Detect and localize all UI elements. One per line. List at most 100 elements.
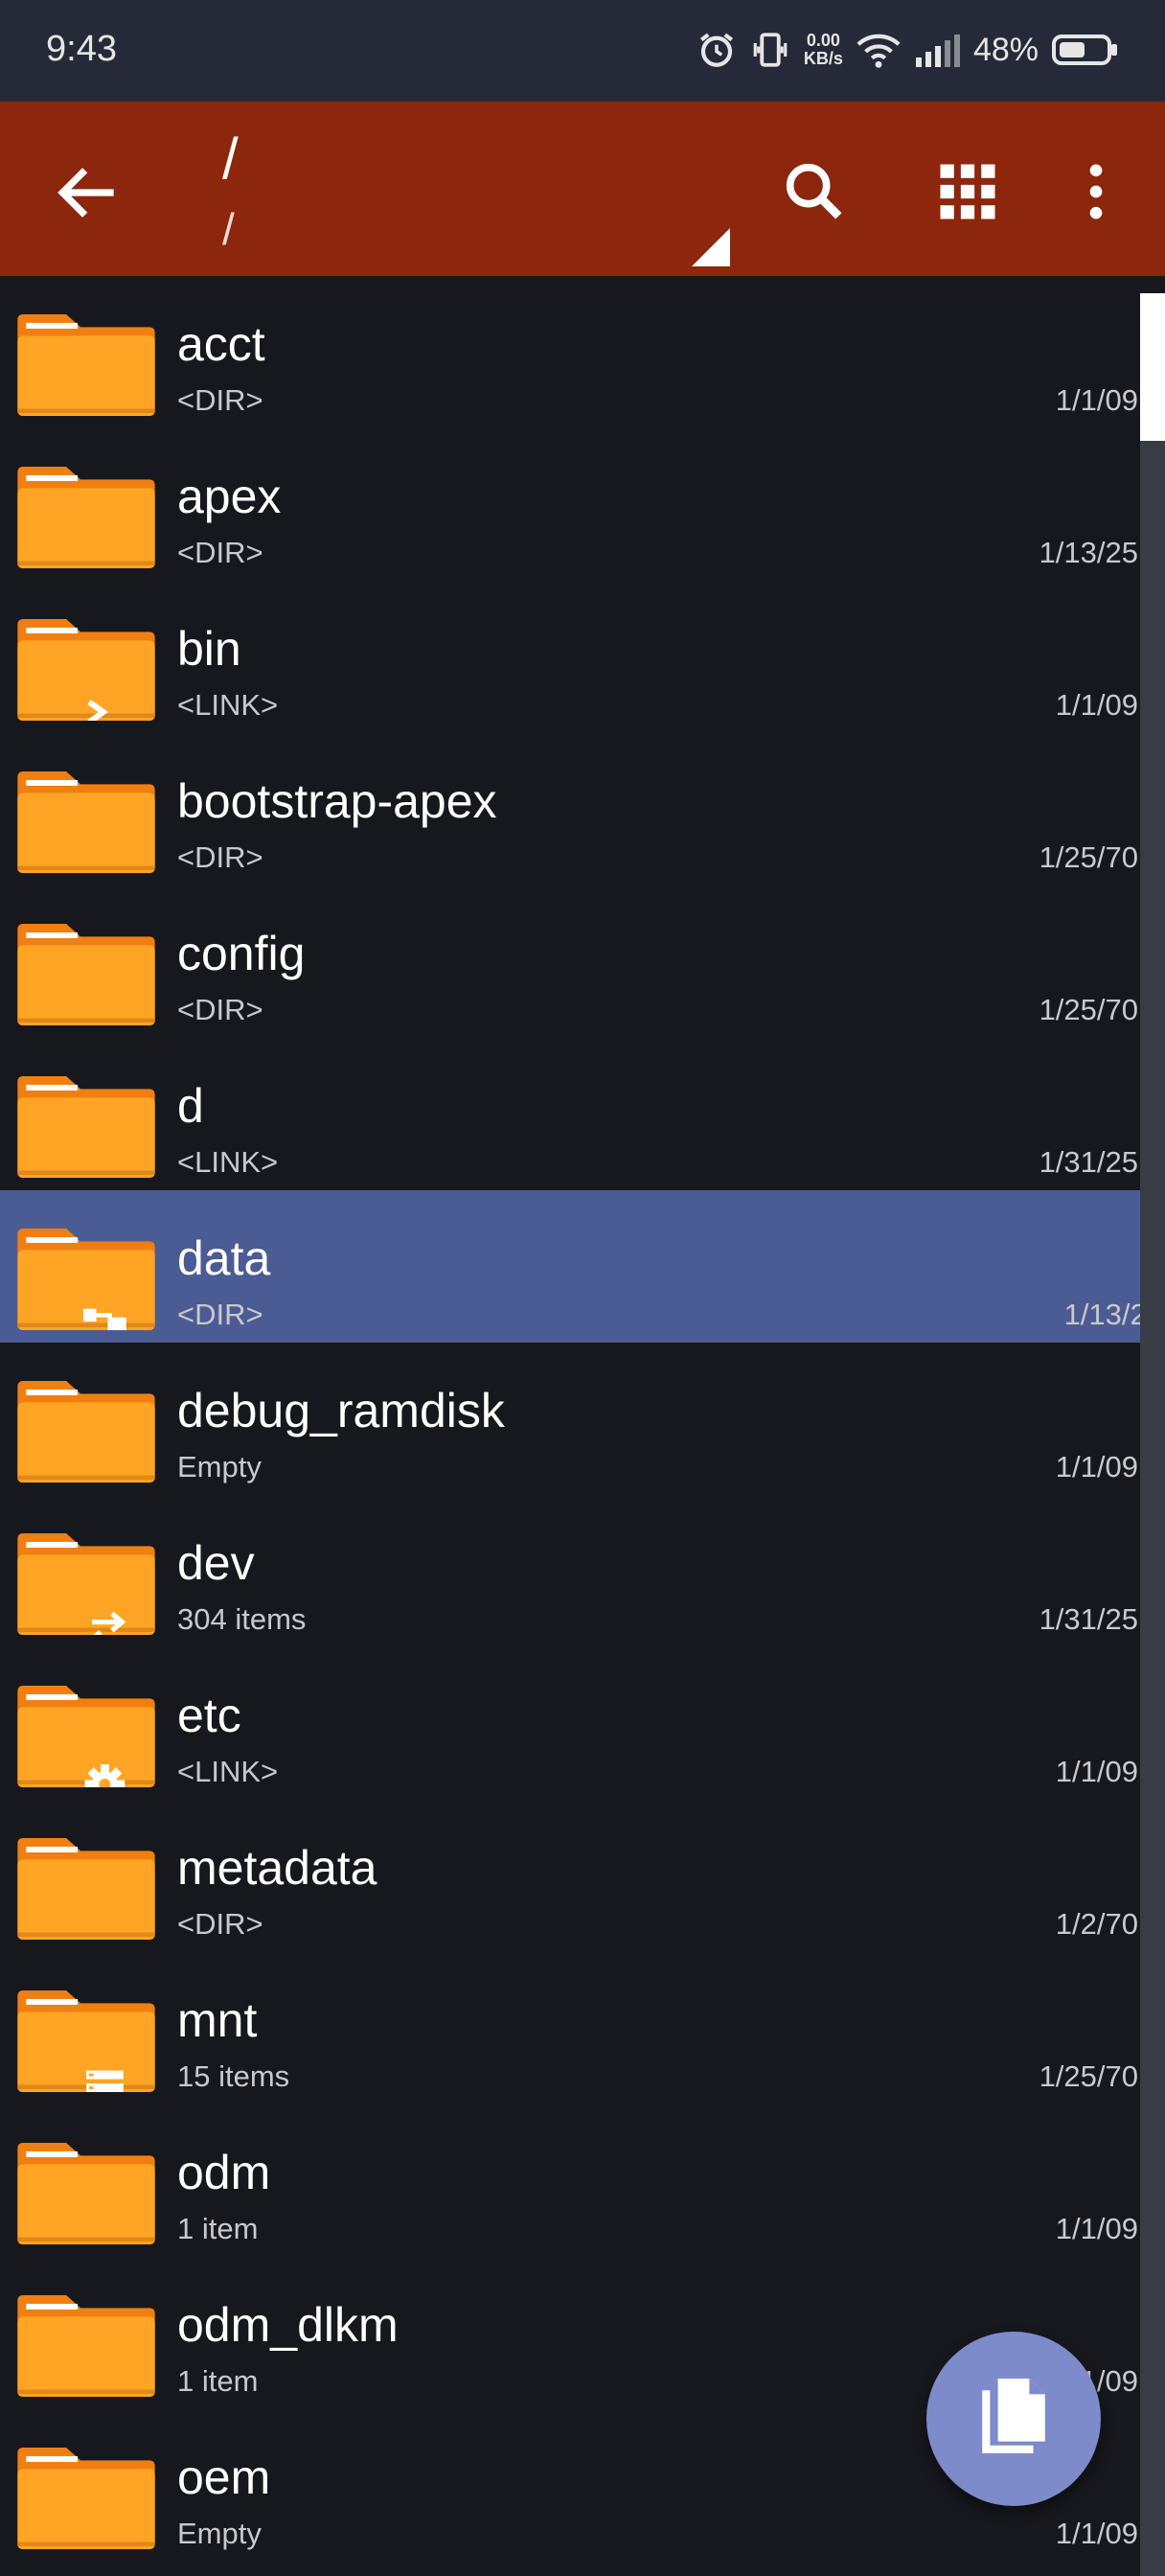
- file-date: 1/1/09: [1055, 2212, 1138, 2245]
- search-button[interactable]: [778, 155, 851, 228]
- file-name: dev: [177, 1536, 255, 1590]
- folder-icon: [17, 2143, 155, 2244]
- file-date: 1/25/70: [1039, 840, 1138, 874]
- file-row-mnt[interactable]: mnt 15 items 1/25/70: [0, 1952, 1140, 2105]
- network-speed-unit: KB/s: [803, 49, 843, 68]
- file-row-etc[interactable]: etc <LINK> 1/1/09: [0, 1647, 1140, 1805]
- folder-icon: [17, 1838, 155, 1940]
- file-date: 1/1/09: [1055, 383, 1138, 417]
- file-name: bin: [177, 622, 241, 676]
- file-meta: Empty: [177, 2517, 262, 2550]
- path-subtitle[interactable]: /: [222, 207, 235, 251]
- grid-view-icon: [940, 164, 995, 219]
- folder-icon: [17, 1533, 155, 1651]
- file-meta: <DIR>: [177, 840, 263, 874]
- file-row-data[interactable]: data <DIR> 1/13/25: [0, 1190, 1165, 1347]
- more-vert-icon: [1089, 164, 1103, 219]
- status-bar: 9:43 0.00 KB/s 48%: [0, 0, 1165, 102]
- scrollbar-thumb[interactable]: [1140, 293, 1165, 441]
- file-name: oem: [177, 2450, 271, 2504]
- back-arrow-icon: [57, 168, 114, 218]
- battery-percent: 48%: [972, 31, 1039, 68]
- file-row-bin[interactable]: bin <LINK> 1/1/09: [0, 581, 1140, 733]
- more-options-button[interactable]: [1060, 155, 1132, 228]
- folder-icon: [17, 2448, 155, 2549]
- file-meta: <DIR>: [177, 1907, 263, 1941]
- file-row-bootstrap-apex[interactable]: bootstrap-apex <DIR> 1/25/70: [0, 733, 1140, 886]
- file-date: 1/1/09: [1055, 1755, 1138, 1788]
- grid-view-button[interactable]: [931, 155, 1004, 228]
- signal-icon: [915, 34, 960, 67]
- file-name: odm: [177, 2146, 271, 2199]
- file-meta: 15 items: [177, 2059, 290, 2093]
- file-name: metadata: [177, 1841, 377, 1895]
- file-meta: <LINK>: [177, 1755, 279, 1788]
- file-date: 1/1/09: [1055, 2517, 1138, 2550]
- file-meta: Empty: [177, 1450, 262, 1484]
- file-date: 1/13/25: [1039, 536, 1138, 569]
- file-row-d[interactable]: d <LINK> 1/31/25: [0, 1038, 1140, 1190]
- network-speed-value: 0.00: [806, 31, 840, 50]
- alarm-icon: [699, 33, 733, 67]
- app-toolbar: / /: [0, 102, 1165, 276]
- file-name: config: [177, 927, 306, 980]
- file-date: 1/31/25: [1039, 1145, 1138, 1179]
- file-date: 1/25/70: [1039, 993, 1138, 1026]
- folder-icon: [17, 1686, 155, 1805]
- battery-icon: [1052, 34, 1117, 65]
- file-date: 1/31/25: [1039, 1602, 1138, 1636]
- path-title[interactable]: /: [222, 130, 239, 188]
- file-name: apex: [177, 470, 282, 523]
- file-date: 1/2/70: [1055, 1907, 1138, 1941]
- file-meta: <DIR>: [177, 993, 263, 1026]
- folder-icon: [17, 619, 155, 727]
- dropdown-triangle-icon[interactable]: [692, 228, 730, 266]
- file-row-apex[interactable]: apex <DIR> 1/13/25: [0, 428, 1140, 581]
- file-row-dev[interactable]: dev 304 items 1/31/25: [0, 1495, 1140, 1651]
- file-row-config[interactable]: config <DIR> 1/25/70: [0, 886, 1140, 1038]
- status-time: 9:43: [46, 29, 117, 69]
- folder-icon: [17, 1229, 155, 1347]
- file-date: 1/1/09: [1055, 688, 1138, 722]
- file-name: odm_dlkm: [177, 2298, 399, 2352]
- file-row-debug_ramdisk[interactable]: debug_ramdisk Empty 1/1/09: [0, 1343, 1140, 1495]
- file-name: bootstrap-apex: [177, 774, 497, 828]
- file-meta: 1 item: [177, 2212, 259, 2245]
- file-meta: <DIR>: [177, 383, 263, 417]
- file-name: data: [177, 1231, 271, 1285]
- wifi-icon: [857, 34, 901, 68]
- file-name: etc: [177, 1689, 241, 1742]
- scrollbar-track[interactable]: [1140, 293, 1165, 2576]
- file-row-metadata[interactable]: metadata <DIR> 1/2/70: [0, 1800, 1140, 1952]
- status-icons: 0.00 KB/s 48%: [697, 21, 1119, 79]
- search-icon: [786, 163, 842, 219]
- vibrate-icon: [753, 33, 788, 67]
- file-meta: <LINK>: [177, 688, 279, 722]
- file-row-acct[interactable]: acct <DIR> 1/1/09: [0, 276, 1140, 428]
- folder-icon: [17, 1381, 155, 1483]
- file-name: d: [177, 1079, 204, 1133]
- file-meta: <DIR>: [177, 536, 263, 569]
- paste-fab-button[interactable]: [926, 2332, 1101, 2506]
- folder-icon: [17, 924, 155, 1025]
- folder-icon: [17, 314, 155, 416]
- file-meta: <LINK>: [177, 1145, 279, 1179]
- folder-icon: [17, 1076, 155, 1178]
- file-name: acct: [177, 317, 265, 371]
- file-list: acct <DIR> 1/1/09 apex <DIR> 1/13/25 bin <LINK>…: [0, 276, 1165, 2562]
- file-meta: <DIR>: [177, 1298, 263, 1331]
- folder-icon: [17, 1990, 155, 2105]
- file-date: 1/25/70: [1039, 2059, 1138, 2093]
- back-button[interactable]: [50, 154, 126, 231]
- paste-icon: [982, 2379, 1045, 2453]
- folder-icon: [17, 2295, 155, 2397]
- folder-icon: [17, 467, 155, 568]
- file-row-odm[interactable]: odm 1 item 1/1/09: [0, 2104, 1140, 2257]
- network-speed: 0.00 KB/s: [804, 32, 843, 68]
- file-meta: 1 item: [177, 2364, 259, 2398]
- file-name: debug_ramdisk: [177, 1384, 505, 1438]
- file-meta: 304 items: [177, 1602, 307, 1636]
- folder-icon: [17, 771, 155, 873]
- file-date: 1/1/09: [1055, 1450, 1138, 1484]
- file-name: mnt: [177, 1993, 258, 2047]
